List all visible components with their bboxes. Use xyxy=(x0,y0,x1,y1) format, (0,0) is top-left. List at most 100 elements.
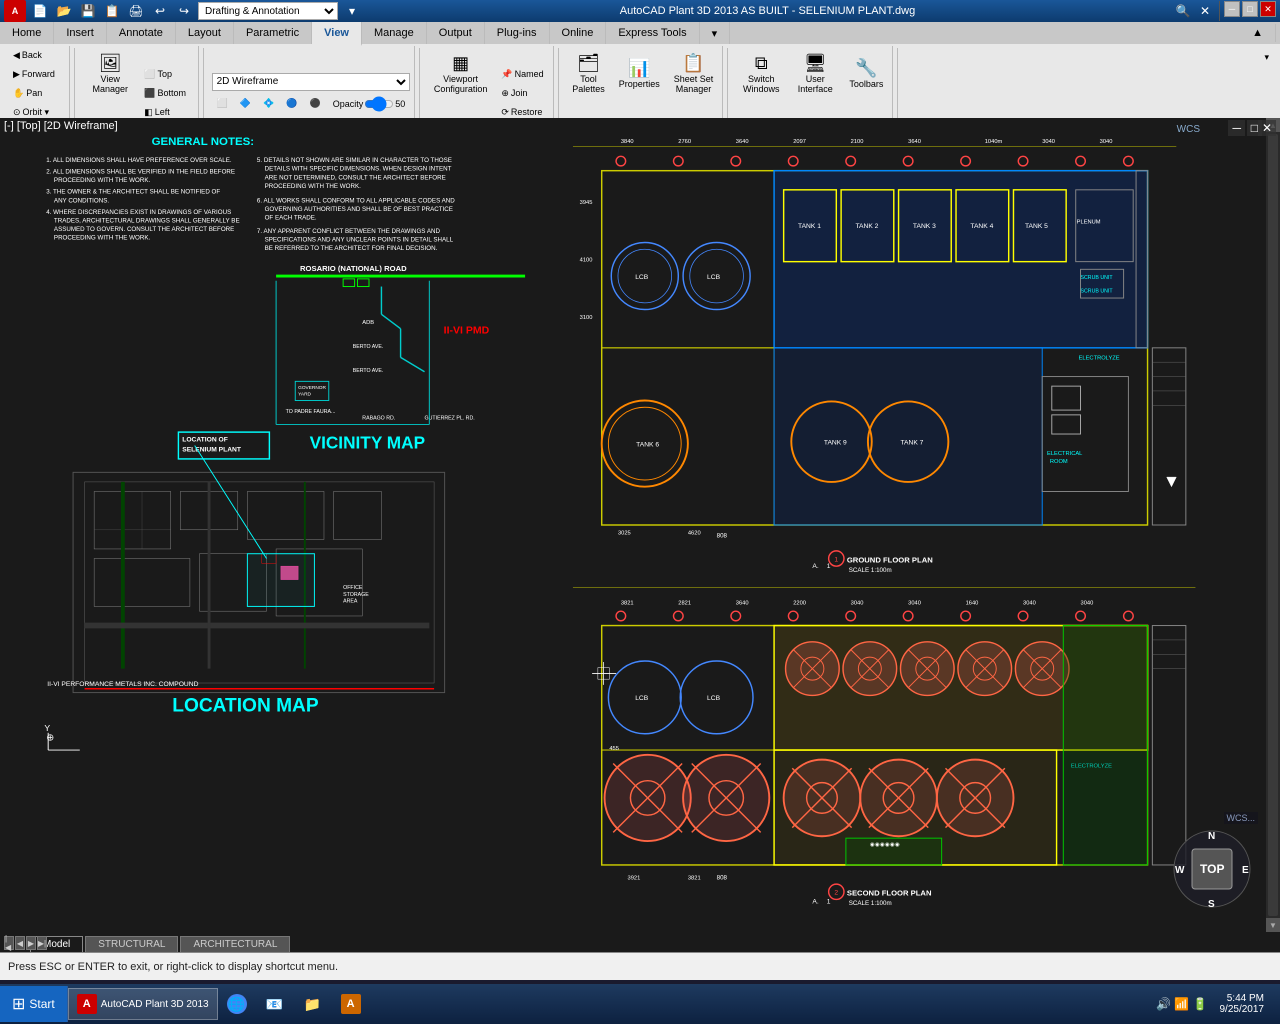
btn-sheet-set[interactable]: 📋 Sheet SetManager xyxy=(669,46,719,102)
svg-text:3. THE OWNER & THE ARCHITECT: 3. THE OWNER & THE ARCHITECT SHALL BE NO… xyxy=(46,189,220,196)
tab-view[interactable]: View xyxy=(312,22,362,46)
qa-save[interactable]: 💾 xyxy=(78,1,98,21)
svg-text:PROCEEDING WITH THE WORK.: PROCEEDING WITH THE WORK. xyxy=(54,177,151,184)
ribbon-expand-btn[interactable]: ▾ xyxy=(1259,48,1274,66)
tab-express-tools[interactable]: Express Tools xyxy=(606,22,699,44)
vscroll-down[interactable]: ▼ xyxy=(1266,918,1280,932)
svg-text:3640: 3640 xyxy=(736,600,749,606)
start-label: Start xyxy=(29,997,54,1011)
btn-view-manager[interactable]: 🖼 ViewManager xyxy=(85,46,135,102)
sheet-set-label: Sheet SetManager xyxy=(674,74,714,94)
svg-text:1. ALL DIMENSIONS SHALL HAVE: 1. ALL DIMENSIONS SHALL HAVE PREFERENCE … xyxy=(46,157,232,164)
help-btn[interactable]: 🔍 xyxy=(1173,1,1193,21)
btn-viewport-config[interactable]: ▦ ViewportConfiguration xyxy=(429,46,493,102)
btn-view-top[interactable]: ⬜ Top xyxy=(139,65,191,83)
qa-new[interactable]: 📄 xyxy=(30,1,50,21)
btn-switch-windows[interactable]: ⧉ SwitchWindows xyxy=(736,46,786,102)
minimize-btn[interactable]: ─ xyxy=(1224,1,1240,17)
view-cube[interactable]: N S E W TOP xyxy=(1170,827,1255,912)
drawing-canvas[interactable]: GENERAL NOTES: 1. ALL DIMENSIONS SHALL H… xyxy=(0,118,1280,932)
qa-undo[interactable]: ↩ xyxy=(150,1,170,21)
taskbar-autocad2[interactable]: A xyxy=(332,988,370,1020)
taskbar-autocad[interactable]: A AutoCAD Plant 3D 2013 xyxy=(68,988,218,1020)
tab-insert[interactable]: Insert xyxy=(54,22,107,44)
tab-scroll-next[interactable]: ▶ xyxy=(26,936,36,950)
svg-text:LCB: LCB xyxy=(707,274,721,281)
btn-back[interactable]: ◀ Back xyxy=(8,46,47,64)
taskbar-folder[interactable]: 📁 xyxy=(294,988,332,1020)
start-button[interactable]: ⊞ Start xyxy=(0,986,68,1022)
svg-text:SPECIFICATIONS AND ANY UNCLEAR: SPECIFICATIONS AND ANY UNCLEAR POINTS IN… xyxy=(265,237,454,244)
tab-manage[interactable]: Manage xyxy=(362,22,427,44)
btn-named[interactable]: 📌 Named xyxy=(496,65,548,83)
qa-open[interactable]: 📂 xyxy=(54,1,74,21)
toolbars-icon: 🔧 xyxy=(855,59,877,77)
vs-icon3[interactable]: 💠 xyxy=(258,95,279,113)
vs-icon5[interactable]: ⚫ xyxy=(304,95,325,113)
btn-view-bottom[interactable]: ⬛ Bottom xyxy=(139,84,191,102)
qa-dropdown[interactable]: ▾ xyxy=(342,1,362,21)
tab-plugins[interactable]: Plug-ins xyxy=(485,22,550,44)
viewport-close-btn[interactable]: ✕ xyxy=(1258,120,1276,136)
viewport-maximize-btn[interactable]: ─ xyxy=(1228,120,1245,136)
svg-text:TOP: TOP xyxy=(1200,862,1224,876)
restore-icon: ⟳ xyxy=(501,107,509,118)
workspace-selector[interactable]: Drafting & Annotation xyxy=(198,2,338,20)
btn-properties[interactable]: 📊 Properties xyxy=(614,46,665,102)
svg-text:PROCEEDING WITH THE WORK.: PROCEEDING WITH THE WORK. xyxy=(265,183,362,190)
btn-toolbars[interactable]: 🔧 Toolbars xyxy=(844,46,888,102)
close-window-btn[interactable]: ✕ xyxy=(1260,1,1276,17)
tab-scroll-first[interactable]: |◀ xyxy=(4,936,14,950)
minimize-ribbon[interactable]: ▲ xyxy=(1240,24,1276,42)
btn-tool-palettes[interactable]: 🗂 ToolPalettes xyxy=(567,46,610,102)
qa-redo[interactable]: ↪ xyxy=(174,1,194,21)
svg-text:3040: 3040 xyxy=(851,600,864,606)
tab-online[interactable]: Online xyxy=(550,22,607,44)
btn-forward[interactable]: ▶ Forward xyxy=(8,65,60,83)
qa-save-as[interactable]: 📋 xyxy=(102,1,122,21)
vs-icon1[interactable]: ⬜ xyxy=(212,95,233,113)
tab-structural[interactable]: STRUCTURAL xyxy=(85,936,178,952)
tab-output[interactable]: Output xyxy=(427,22,485,44)
btn-join[interactable]: ⊕ Join xyxy=(496,84,548,102)
tab-scroll-prev[interactable]: ◀ xyxy=(15,936,25,950)
tab-layout[interactable]: Layout xyxy=(176,22,234,44)
switch-windows-icon: ⧉ xyxy=(755,54,768,72)
opacity-slider[interactable] xyxy=(364,99,394,109)
svg-text:W: W xyxy=(1175,865,1185,876)
taskbar-mail[interactable]: 📧 xyxy=(256,988,294,1020)
user-interface-icon: 🖥 xyxy=(804,54,827,72)
svg-text:A.: A. xyxy=(812,563,818,570)
svg-text:3040: 3040 xyxy=(1023,600,1036,606)
viewport-config-label: ViewportConfiguration xyxy=(434,74,488,94)
svg-text:3040: 3040 xyxy=(1042,139,1055,145)
view-manager-icon: 🖼 xyxy=(99,54,122,72)
btn-pan[interactable]: ✋ Pan xyxy=(8,84,47,102)
drawing-area[interactable]: [-] [Top] [2D Wireframe] ─ □ ✕ GENERAL N… xyxy=(0,118,1280,932)
tab-annotate[interactable]: Annotate xyxy=(107,22,176,44)
btn-user-interface[interactable]: 🖥 UserInterface xyxy=(790,46,840,102)
svg-text:◉◉◉◉◉◉: ◉◉◉◉◉◉ xyxy=(870,842,900,848)
vscroll-thumb[interactable] xyxy=(1268,134,1278,916)
vertical-scrollbar[interactable]: ▲ ▼ xyxy=(1266,118,1280,932)
svg-text:A.: A. xyxy=(812,898,818,905)
visual-style-dropdown[interactable]: 2D Wireframe Conceptual Hidden Realistic xyxy=(212,73,411,91)
tab-home[interactable]: Home xyxy=(0,22,54,44)
vs-icon4[interactable]: 🔵 xyxy=(281,95,302,113)
command-output: Press ESC or ENTER to exit, or right-cli… xyxy=(0,953,1280,980)
ui-label: UserInterface xyxy=(798,74,833,94)
tab-parametric[interactable]: Parametric xyxy=(234,22,312,44)
maximize-btn[interactable]: □ xyxy=(1242,1,1258,17)
svg-text:ADB: ADB xyxy=(362,320,374,326)
taskbar-browser[interactable]: 🌐 xyxy=(218,988,256,1020)
close-btn[interactable]: ✕ xyxy=(1195,1,1215,21)
titlebar-left: A 📄 📂 💾 📋 🖨 ↩ ↪ Drafting & Annotation ▾ xyxy=(4,0,362,22)
tab-architectural[interactable]: ARCHITECTURAL xyxy=(180,936,290,952)
viewport-label[interactable]: [-] [Top] [2D Wireframe] xyxy=(4,120,118,132)
windows-icon: ⊞ xyxy=(12,994,25,1014)
tab-more[interactable]: ▾ xyxy=(700,22,731,44)
svg-text:PROCEEDING WITH THE WORK.: PROCEEDING WITH THE WORK. xyxy=(54,235,151,242)
vs-icon2[interactable]: 🔷 xyxy=(235,95,256,113)
qa-print[interactable]: 🖨 xyxy=(126,1,146,21)
tab-scroll-last[interactable]: ▶| xyxy=(37,936,47,950)
